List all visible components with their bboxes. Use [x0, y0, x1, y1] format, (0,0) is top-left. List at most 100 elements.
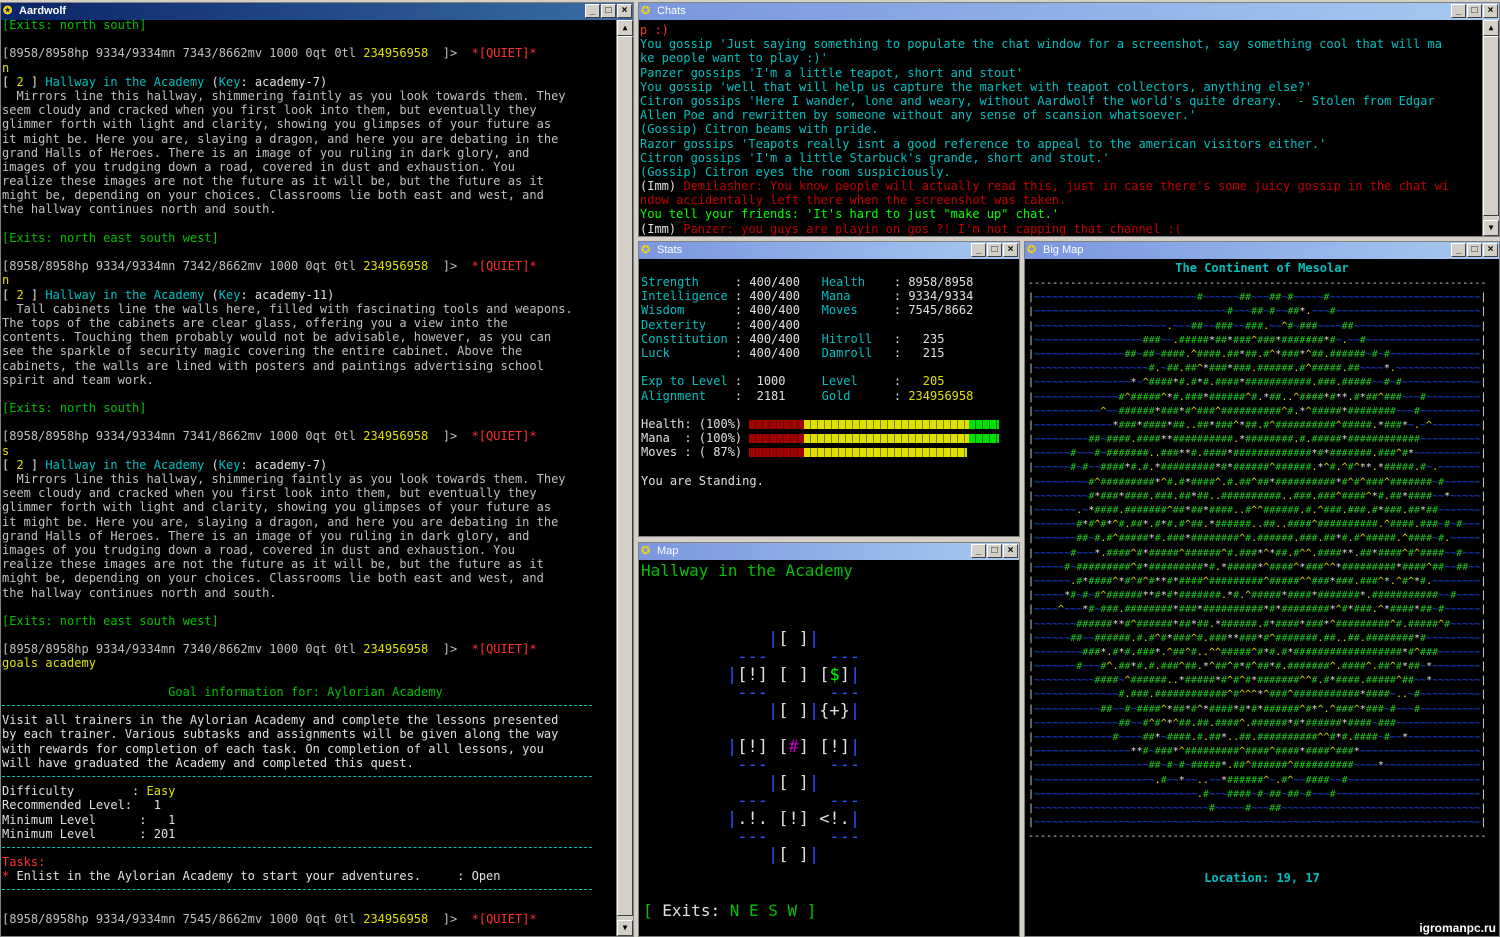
minimize-button[interactable]: _	[1451, 243, 1466, 257]
output-line: glimmer forth with light and clarity, sh…	[2, 500, 552, 515]
bigmap-window-titlebar[interactable]: ✪ Big Map _ □ ×	[1025, 242, 1499, 259]
output-line: it might be. Here you are, slaying a dra…	[2, 514, 559, 529]
close-button[interactable]: ×	[1483, 243, 1498, 257]
output-line: Minimum Level : 201	[2, 826, 176, 841]
bigmap-row: |~~~~~~~~~~~~~~~~~~~~~~~~~~~.#~~~####~#~…	[1028, 788, 1487, 800]
chat-line: ndow accidentally left there when the sc…	[640, 193, 1067, 208]
map-room-name: Hallway in the Academy	[641, 561, 853, 580]
chat-line: Razor gossips 'Teapots really isnt a goo…	[640, 136, 1327, 151]
bigmap-location: Location: 19, 17	[1204, 871, 1320, 885]
output-line: realize these images are not the future …	[2, 174, 544, 189]
scroll-up-arrow-icon[interactable]: ▲	[1483, 20, 1499, 36]
maximize-button[interactable]: □	[601, 4, 616, 18]
chats-window[interactable]: ✪ Chats _ □ × p :) You gossip 'Just sayin…	[638, 2, 1500, 237]
map-row: --- ---	[727, 827, 861, 847]
map-row: |[ ]|	[757, 629, 820, 649]
bigmap-row: |~~~~~~.#*####^*#^#^#**#*####^#########^…	[1028, 575, 1487, 587]
output-line: goals academy	[2, 656, 96, 671]
maximize-button[interactable]: □	[987, 243, 1002, 257]
room-title-line: [ 2 ] Hallway in the Academy (Key: acade…	[2, 74, 328, 89]
stat-row: Strength : 400/400 Health : 8958/8958	[641, 275, 974, 289]
stats-window[interactable]: ✪ Stats _ □ × Strength : 400/400 Health …	[638, 241, 1020, 537]
maximize-button[interactable]: □	[1467, 243, 1482, 257]
bigmap-row: |~~~~~~~~~~~~~#~~~~##*~####.#.##*..##.##…	[1028, 732, 1487, 743]
chat-line: (Gossip) Citron eyes the room suspicious…	[640, 164, 951, 179]
output-line: Difficulty : Easy	[2, 784, 176, 799]
bigmap-row: |~~~~~~~######**#^######*##*##.*######.#…	[1028, 618, 1487, 630]
stats-window-titlebar[interactable]: ✪ Stats _ □ ×	[639, 242, 1019, 259]
bigmap-row: |~~~~~~~~~~~~~~~~~~###~~.#####*##*###^##…	[1028, 334, 1487, 346]
bigmap-row: |~~~~~~~~~~~~~~##~~#^#^*^##.##.####^.###…	[1028, 717, 1487, 729]
chat-scrollbar[interactable]: ▲ ▼	[1482, 20, 1499, 236]
chat-line: (Imm) Panzer: you guys are playin on gos…	[640, 221, 1182, 236]
output-line: with rewards for completion of each task…	[2, 741, 544, 756]
chat-line: Citron gossips 'I'm a little Starbuck's …	[640, 150, 1110, 165]
bigmap-window[interactable]: ✪ Big Map _ □ × The Continent of Mesolar…	[1024, 241, 1500, 937]
output-line: images of you trudging down a road, cove…	[2, 542, 515, 557]
scroll-down-arrow-icon[interactable]: ▼	[1483, 220, 1499, 236]
map-row: |.!. [!] <!.|	[727, 809, 861, 829]
map-row: |[!] [ ] [$]|	[727, 665, 861, 685]
bigmap-row: |~~~~~~~~~~~~~~#.###.############^#^^^*^…	[1028, 689, 1487, 701]
prompt-line: [8958/8958hp 9334/9334mn 7341/8662mv 100…	[2, 429, 537, 444]
main-window[interactable]: ✪ Aardwolf _ □ × [Exits: north south] [89…	[0, 2, 634, 937]
bigmap-row: |~~~~~~~~~#*###*####.###.##*##..########…	[1028, 490, 1487, 502]
close-button[interactable]: ×	[1003, 243, 1018, 257]
output-line: it might be. Here you are, slaying a dra…	[2, 131, 559, 146]
stat-row: Intelligence : 400/400 Mana : 9334/9334	[641, 289, 974, 304]
stat-row: Constitution : 400/400 Hitroll : 235	[641, 331, 945, 346]
bigmap-row: |~~~~~~~~~~~~~~~~~~~~~~~~~~~~~~~~#~~~##~…	[1028, 306, 1487, 318]
scroll-up-arrow-icon[interactable]: ▲	[617, 20, 633, 36]
stat-row: Wisdom : 400/400 Moves : 7545/8662	[641, 303, 974, 318]
close-button[interactable]: ×	[1003, 544, 1018, 558]
scroll-down-arrow-icon[interactable]: ▼	[617, 920, 633, 936]
aardwolf-app-icon: ✪	[1027, 244, 1037, 256]
map-window-titlebar[interactable]: ✪ Map _ □ ×	[639, 543, 1019, 560]
scroll-thumb[interactable]	[617, 36, 633, 916]
output-line: grand Halls of Heroes. There is an image…	[2, 528, 530, 543]
bar-yellow-segment	[804, 419, 970, 429]
bigmap-row: |~~~~^~~~*#~###.########*###*##########*…	[1028, 604, 1487, 616]
bigmap-row: |~~~~~*#~#~#^######**#*#*#######.*#.^###…	[1028, 590, 1487, 602]
bigmap-row: |~~~~~~~~~~~~~~#^#####^*#.###*######^#.*…	[1028, 391, 1487, 403]
maximize-button[interactable]: □	[987, 544, 1002, 558]
minimize-button[interactable]: _	[971, 243, 986, 257]
map-window[interactable]: ✪ Map _ □ × Hallway in the Academy |[ ]|…	[638, 542, 1020, 937]
close-button[interactable]: ×	[617, 4, 632, 18]
scroll-thumb[interactable]	[1483, 36, 1499, 216]
chat-line: Citron gossips 'Here I wander, lone and …	[640, 93, 1435, 108]
bar-yellow-segment	[804, 434, 970, 444]
separator	[2, 841, 617, 855]
minimize-button[interactable]: _	[585, 4, 600, 18]
minimize-button[interactable]: _	[1451, 4, 1466, 18]
minimize-button[interactable]: _	[971, 544, 986, 558]
bigmap-row: |~~~~~~~~~~~~~~~~*~^####*#.#*#.####*####…	[1028, 377, 1487, 389]
output-line: The tops of the cabinets are clear glass…	[2, 315, 508, 330]
separator	[2, 770, 617, 784]
stat-row: Luck : 400/400 Damroll : 215	[641, 345, 945, 360]
watermark: igromanpc.ru	[1419, 921, 1496, 935]
maximize-button[interactable]: □	[1467, 4, 1482, 18]
bigmap-row: |~~~~~~~.~*####.#######^##*##*####..#^^#…	[1028, 505, 1487, 516]
map-row: --- ---	[727, 647, 861, 667]
output-line: might be, depending on your choices. Cla…	[2, 571, 544, 586]
bigmap-row: |~~~~~~#~~~#~#######..###**#.####*######…	[1028, 448, 1487, 460]
map-row: |[ ]|	[757, 845, 820, 865]
bigmap-row: |~~~~~~~~~~####~^######..*#####*#^#^#*##…	[1028, 675, 1487, 687]
bigmap-row: |~~~~~~~~~~~~~~~~~~~~~~~~~~~#~~~~~~##~~~…	[1028, 292, 1487, 304]
stats-window-title: Stats	[657, 244, 683, 256]
output-line: will have graduated the Academy and comp…	[2, 755, 414, 770]
output-line: n	[2, 273, 10, 288]
output-line: seem cloudy and cracked when you first l…	[2, 103, 537, 118]
bigmap-row: |~~~~~~~~###*.#*#.###*.^##^#..^^#####^#*…	[1028, 646, 1487, 658]
chats-window-titlebar[interactable]: ✪ Chats _ □ ×	[639, 3, 1499, 20]
main-scrollbar[interactable]: ▲ ▼	[616, 20, 633, 936]
prompt-line: [8958/8958hp 9334/9334mn 7343/8662mv 100…	[2, 46, 537, 61]
close-button[interactable]: ×	[1483, 4, 1498, 18]
bigmap-row: |~~~~~~~~~#^#########*^#.#*####^.#.##^##…	[1028, 476, 1487, 488]
